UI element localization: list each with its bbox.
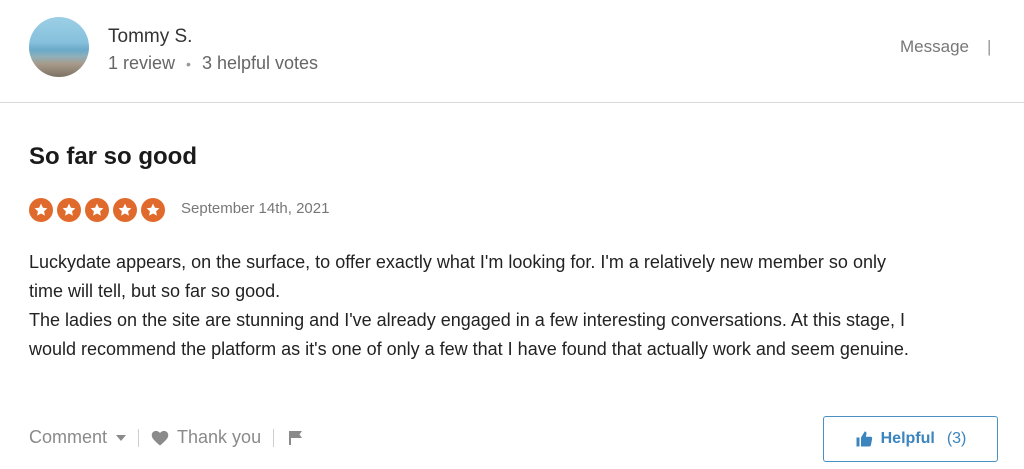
message-link[interactable]: Message xyxy=(900,37,969,57)
helpful-votes-count: 3 helpful votes xyxy=(201,53,319,73)
helpful-count: (3) xyxy=(946,430,967,447)
action-divider xyxy=(273,428,275,447)
review-date: September 14th, 2021 xyxy=(181,200,330,217)
heart-icon[interactable] xyxy=(151,430,169,446)
star-icon xyxy=(57,198,81,222)
review-count[interactable]: 1 review xyxy=(108,53,175,74)
comment-button[interactable]: Comment xyxy=(29,427,107,448)
action-divider xyxy=(138,428,140,447)
review-body-line: time will tell, but so far so good. xyxy=(29,281,281,301)
review-body-line: The ladies on the site are stunning and … xyxy=(29,310,905,330)
star-icon xyxy=(141,198,165,222)
star-icon xyxy=(29,198,53,222)
helpful-button[interactable]: Helpful (3) xyxy=(823,416,998,462)
star-icon xyxy=(113,198,137,222)
header-separator: | xyxy=(987,37,992,56)
review-body-line: Luckydate appears, on the surface, to of… xyxy=(29,252,886,272)
chevron-down-icon[interactable] xyxy=(116,434,127,441)
reviewer-name[interactable]: Tommy S. xyxy=(108,26,192,48)
review-actions: Comment Thank you xyxy=(29,427,304,448)
stats-separator: • xyxy=(186,55,191,72)
star-icon xyxy=(85,198,109,222)
helpful-label: Helpful xyxy=(880,430,935,447)
reviewer-stats: 1 review • 3 helpful votes xyxy=(108,53,318,74)
avatar[interactable] xyxy=(29,17,89,77)
review-body-line: would recommend the platform as it's one… xyxy=(29,339,909,359)
thumbs-up-icon xyxy=(856,431,872,447)
star-rating xyxy=(29,198,165,222)
flag-icon[interactable] xyxy=(288,430,304,446)
review-body: Luckydate appears, on the surface, to of… xyxy=(29,248,1014,364)
thank-you-button[interactable]: Thank you xyxy=(177,427,261,448)
reviewer-header: Tommy S. 1 review • 3 helpful votes Mess… xyxy=(0,0,1024,103)
review-title[interactable]: So far so good xyxy=(29,143,197,171)
